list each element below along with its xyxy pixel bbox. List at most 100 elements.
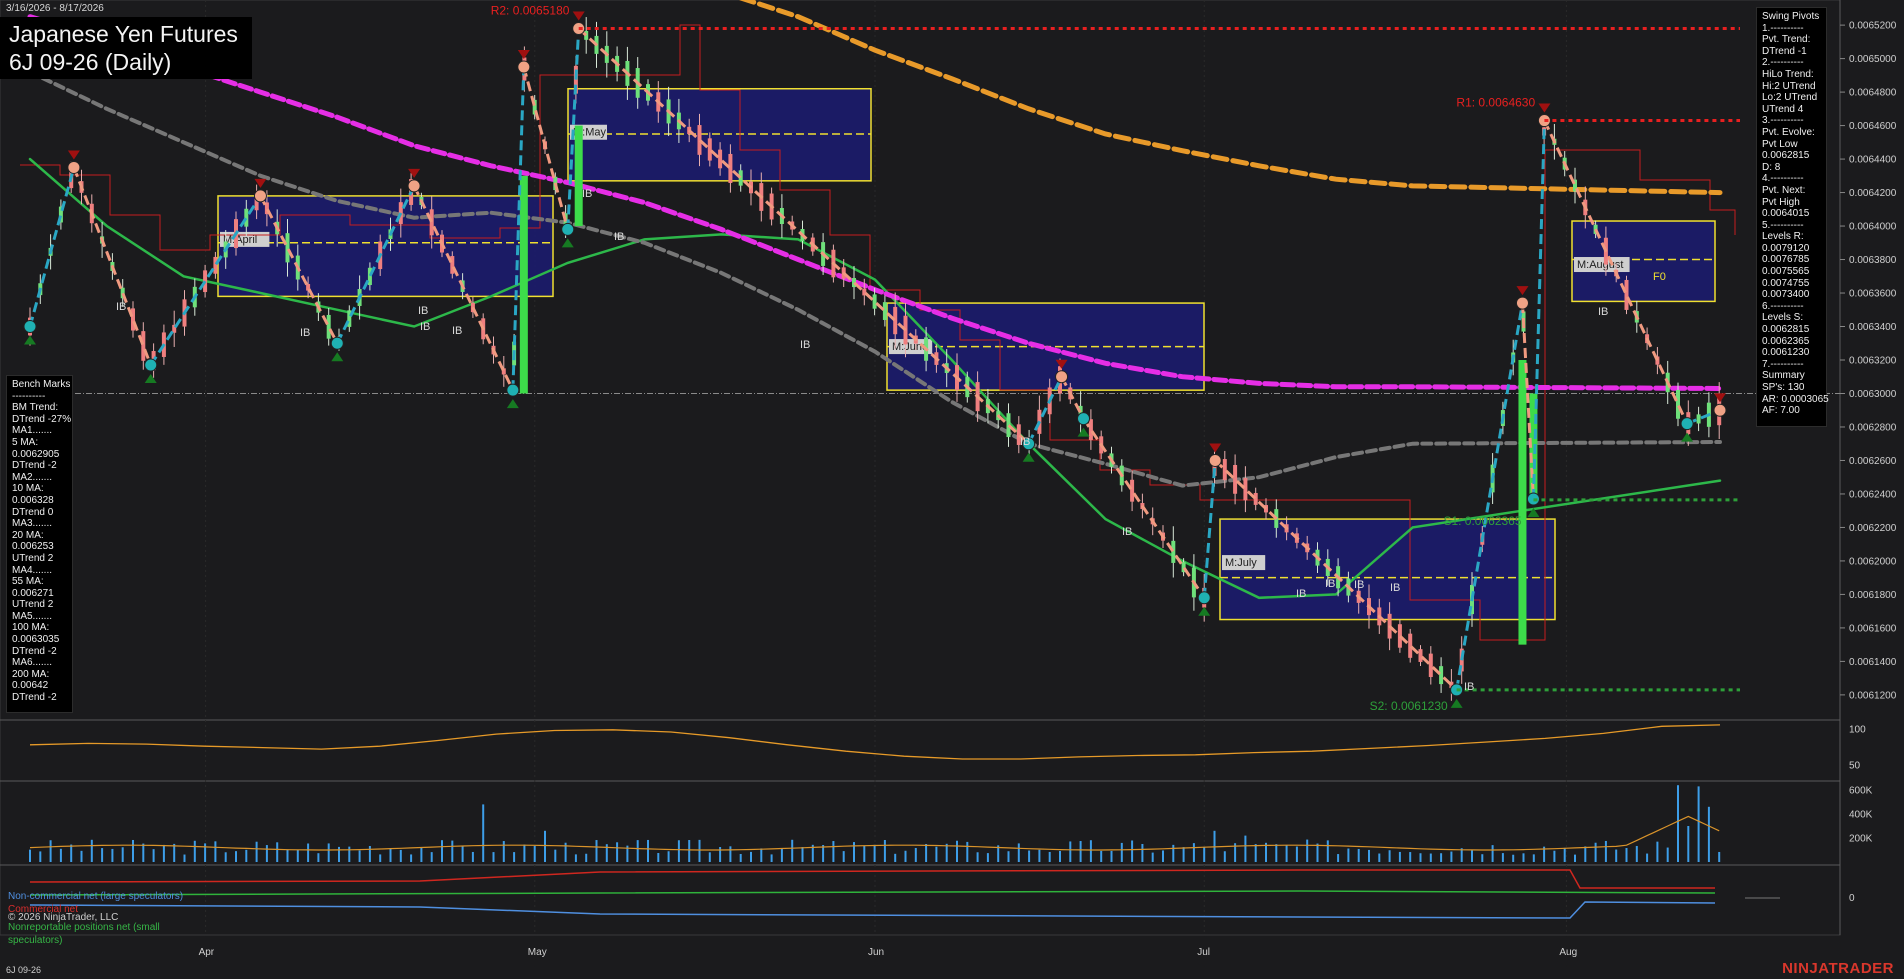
legend-nonreportable: Nonreportable positions net (small specu… bbox=[8, 922, 160, 946]
f0-label: F0 bbox=[1653, 271, 1666, 283]
cot-legend: Non-commercial net (large speculators) C… bbox=[8, 891, 183, 946]
swing-pivots-line: 0.0074755 bbox=[1762, 277, 1810, 289]
swing-high-triangle bbox=[1209, 443, 1222, 453]
month-axis-label: May bbox=[528, 947, 547, 958]
bench-marks-line: MA5....... bbox=[12, 610, 53, 622]
candle-body bbox=[718, 149, 723, 169]
month-box bbox=[1219, 518, 1556, 621]
price-axis-label: 0.0062800 bbox=[1849, 422, 1897, 433]
bench-marks-line: 10 MA: bbox=[12, 483, 44, 495]
price-axis-label: 0.0064200 bbox=[1849, 188, 1897, 199]
swing-high-marker bbox=[1055, 370, 1069, 384]
volume-axis-label: 600K bbox=[1849, 786, 1873, 797]
instrument-title: Japanese Yen Futures bbox=[9, 21, 238, 47]
swing-high-triangle bbox=[67, 150, 80, 160]
swing-low-marker bbox=[1680, 417, 1694, 431]
level-label: R1: 0.0064630 bbox=[1456, 96, 1535, 110]
price-axis-label: 0.0062400 bbox=[1849, 489, 1897, 500]
cot-commercial-line bbox=[29, 869, 1715, 889]
price-axis-label: 0.0063000 bbox=[1849, 389, 1897, 400]
ninjatrader-logo: NINJATRADER bbox=[1782, 960, 1894, 977]
bench-marks-line: 0.006328 bbox=[12, 494, 54, 506]
swing-pivots-line: 4.---------- bbox=[1762, 173, 1804, 185]
candle-body bbox=[882, 302, 887, 320]
swing-low-marker bbox=[1197, 591, 1211, 605]
swing-high-triangle bbox=[1516, 286, 1529, 296]
price-axis-label: 0.0063600 bbox=[1849, 289, 1897, 300]
plot-frame bbox=[0, 0, 1841, 936]
ib-marker: IB bbox=[1354, 579, 1364, 591]
swing-high-triangle bbox=[408, 168, 421, 178]
swing-pivots-line: Summary bbox=[1762, 370, 1805, 382]
bench-marks-line: DTrend -27% bbox=[12, 413, 72, 425]
candle-body bbox=[1439, 666, 1444, 685]
swing-high-triangle bbox=[1714, 393, 1726, 403]
swing-high-marker bbox=[407, 179, 421, 193]
ib-marker: IB bbox=[1464, 681, 1474, 693]
bench-marks-line: UTrend 2 bbox=[12, 552, 54, 564]
swing-pivots-line: Lo:2 UTrend bbox=[1762, 92, 1818, 104]
candle-body bbox=[1088, 419, 1093, 440]
price-chart[interactable]: 0.0065200 0.0065000 0.0064800 0.0064600 0.00… bbox=[0, 0, 1904, 979]
date-range: 3/16/2026 - 8/17/2026 bbox=[6, 3, 104, 14]
month-axis-label: Apr bbox=[199, 947, 215, 958]
candle-body-large bbox=[1518, 360, 1527, 645]
swing-low-triangle bbox=[1450, 698, 1463, 708]
month-axis-label: Jun bbox=[868, 947, 884, 958]
price-axis-label: 0.0061600 bbox=[1849, 623, 1897, 634]
candle-body-large bbox=[574, 125, 583, 227]
bench-marks-panel: Bench Marks ---------- BM Trend: DTrend -27… bbox=[6, 375, 73, 713]
swing-high-marker bbox=[1208, 453, 1222, 467]
ib-marker: IB bbox=[1020, 436, 1030, 448]
swing-low-triangle bbox=[1077, 427, 1090, 437]
bench-marks-line: MA6....... bbox=[12, 657, 53, 669]
swing-low-triangle bbox=[1022, 452, 1035, 462]
swing-pivots-line: DTrend -1 bbox=[1762, 45, 1807, 57]
contract-title: 6J 09-26 (Daily) bbox=[9, 49, 172, 75]
bench-marks-line: 200 MA: bbox=[12, 668, 50, 680]
swing-high-marker bbox=[1515, 296, 1529, 310]
ib-marker: IB bbox=[1325, 578, 1335, 590]
chart-title-box: Japanese Yen Futures 6J 09-26 (Daily) bbox=[0, 17, 252, 79]
ib-marker: IB bbox=[1296, 588, 1306, 600]
candle-body bbox=[213, 256, 218, 274]
swing-pivots-line: UTrend 4 bbox=[1762, 103, 1804, 115]
swing-low-triangle bbox=[561, 238, 574, 248]
ib-marker: IB bbox=[418, 305, 428, 317]
volume-axis-label: 200K bbox=[1849, 834, 1873, 845]
swing-low-marker bbox=[1077, 412, 1091, 426]
ib-marker: IB bbox=[116, 301, 126, 313]
swing-low-triangle bbox=[1681, 432, 1694, 442]
ib-marker: IB bbox=[300, 327, 310, 339]
level-label: R2: 0.0065180 bbox=[491, 3, 570, 17]
candle-body bbox=[131, 308, 135, 331]
swing-pivots-line: Hi:2 UTrend bbox=[1762, 80, 1816, 92]
swing-low-triangle bbox=[144, 374, 157, 384]
bench-marks-line: MA2....... bbox=[12, 471, 53, 483]
price-axis-label: 0.0063400 bbox=[1849, 322, 1897, 333]
footer-symbol: 6J 09-26 bbox=[6, 965, 42, 975]
swing-pivots-line: Pvt. Next: bbox=[1762, 184, 1806, 196]
swing-low-triangle bbox=[331, 352, 344, 362]
bench-marks-line: DTrend -2 bbox=[12, 645, 57, 657]
swing-high-marker bbox=[517, 60, 531, 74]
swing-low-triangle bbox=[506, 399, 519, 409]
swing-pivots-line: 5.---------- bbox=[1762, 219, 1804, 231]
swing-pivots-line: Pvt. Trend: bbox=[1762, 34, 1811, 46]
bench-marks-line: DTrend 0 bbox=[12, 506, 54, 518]
month-box-label: M:July bbox=[1225, 557, 1257, 569]
swing-pivots-line: Pvt High bbox=[1762, 196, 1800, 208]
price-axis-label: 0.0065000 bbox=[1849, 54, 1897, 65]
swing-segment bbox=[1082, 417, 1206, 599]
swing-pivots-line: 0.0062365 bbox=[1762, 335, 1810, 347]
swing-pivots-line: 1.---------- bbox=[1762, 22, 1804, 34]
swing-low-marker bbox=[330, 336, 344, 350]
swing-pivots-line: Levels S: bbox=[1762, 312, 1804, 324]
swing-high-triangle bbox=[572, 11, 585, 21]
swing-pivots-line: 0.0073400 bbox=[1762, 289, 1810, 301]
swing-high-triangle bbox=[1538, 103, 1551, 113]
price-axis-label: 0.0061400 bbox=[1849, 657, 1897, 668]
candle-body bbox=[326, 314, 331, 339]
swing-high-marker bbox=[1713, 403, 1727, 417]
candle-body bbox=[1418, 649, 1423, 662]
